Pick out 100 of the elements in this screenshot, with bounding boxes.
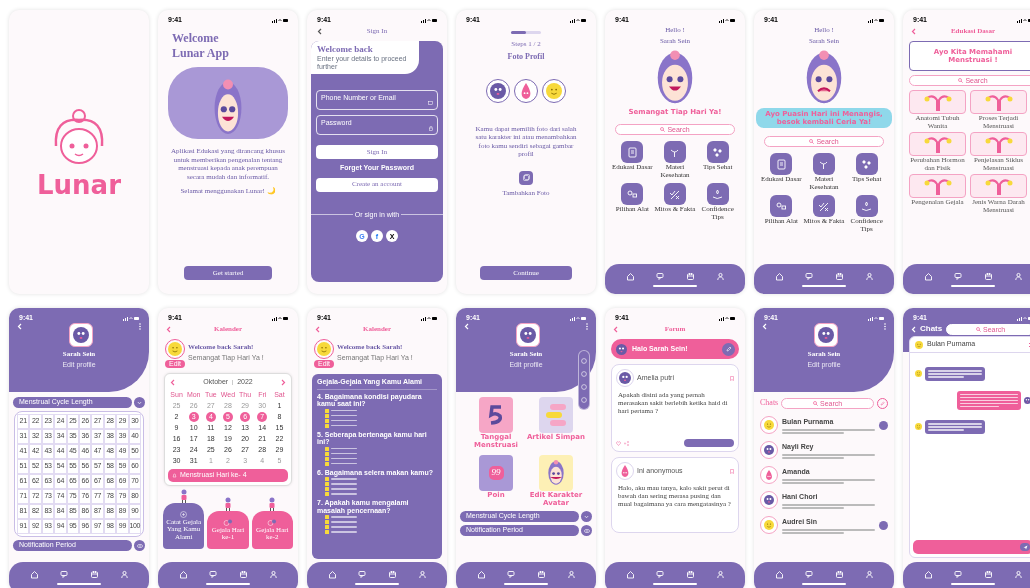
send-button[interactable] bbox=[1020, 543, 1030, 551]
topic-card[interactable] bbox=[909, 90, 966, 114]
back-chevron-icon[interactable] bbox=[315, 326, 320, 333]
checkbox[interactable] bbox=[325, 492, 329, 496]
visibility-toggle[interactable] bbox=[134, 540, 145, 551]
chat-icon[interactable] bbox=[804, 271, 814, 281]
checkbox[interactable] bbox=[325, 423, 329, 428]
signal-wifi-battery-icon bbox=[868, 315, 884, 321]
calendar-number-tile[interactable] bbox=[479, 397, 513, 433]
calendar-icon[interactable] bbox=[536, 569, 546, 579]
chat-icon[interactable] bbox=[655, 271, 665, 281]
signal-wifi-battery-icon bbox=[421, 315, 437, 321]
menu-tile[interactable] bbox=[706, 141, 729, 163]
profile-icon[interactable] bbox=[1013, 569, 1023, 579]
back-chevron-icon[interactable] bbox=[166, 326, 171, 333]
calendar-icon[interactable] bbox=[834, 271, 844, 281]
home-icon[interactable] bbox=[625, 271, 635, 281]
menu-tile[interactable] bbox=[813, 195, 835, 217]
text-line bbox=[331, 526, 357, 528]
profile-icon[interactable] bbox=[268, 569, 278, 579]
saved-articles-tile[interactable] bbox=[539, 397, 573, 433]
calendar-icon[interactable] bbox=[685, 271, 695, 281]
profile-icon[interactable] bbox=[715, 271, 725, 281]
comment-field[interactable] bbox=[684, 439, 734, 447]
checkbox[interactable] bbox=[325, 520, 329, 524]
checkbox[interactable] bbox=[325, 418, 329, 423]
checkbox[interactable] bbox=[325, 461, 329, 466]
calendar-icon[interactable] bbox=[387, 569, 397, 579]
checkbox[interactable] bbox=[325, 515, 329, 519]
chat-icon[interactable] bbox=[59, 569, 69, 579]
chat-icon[interactable] bbox=[953, 271, 963, 281]
previous-month-icon[interactable] bbox=[170, 378, 175, 386]
profile-icon[interactable] bbox=[566, 569, 576, 579]
topic-card[interactable] bbox=[970, 174, 1027, 198]
profile-icon[interactable] bbox=[864, 271, 874, 281]
checkbox[interactable] bbox=[325, 413, 329, 418]
back-chevron-icon[interactable] bbox=[911, 28, 916, 35]
home-icon[interactable] bbox=[476, 569, 486, 579]
topic-card[interactable] bbox=[970, 90, 1027, 114]
topic-card[interactable] bbox=[909, 132, 966, 156]
back-chevron-icon[interactable] bbox=[613, 326, 618, 333]
home-icon[interactable] bbox=[923, 271, 933, 281]
checkbox[interactable] bbox=[325, 477, 329, 481]
checkbox[interactable] bbox=[325, 530, 329, 534]
home-icon[interactable] bbox=[774, 569, 784, 579]
next-month-icon[interactable] bbox=[281, 378, 286, 386]
avatar-tile[interactable] bbox=[539, 455, 573, 491]
home-icon[interactable] bbox=[29, 569, 39, 579]
menu-tile[interactable] bbox=[770, 153, 793, 175]
chat-icon[interactable] bbox=[506, 569, 516, 579]
profile-icon[interactable] bbox=[417, 569, 427, 579]
profile-icon[interactable] bbox=[864, 569, 874, 579]
checkbox[interactable] bbox=[325, 408, 329, 413]
chat-icon[interactable] bbox=[953, 569, 963, 579]
menu-tile[interactable] bbox=[664, 141, 686, 163]
chat-icon[interactable] bbox=[208, 569, 218, 579]
checkbox[interactable] bbox=[325, 456, 329, 461]
checkbox[interactable] bbox=[325, 451, 329, 456]
chat-icon[interactable] bbox=[357, 569, 367, 579]
checkbox[interactable] bbox=[325, 525, 329, 529]
menu-tile[interactable] bbox=[770, 195, 793, 217]
menu-tile[interactable] bbox=[855, 195, 878, 217]
back-chevron-icon[interactable] bbox=[317, 28, 322, 35]
profile-icon[interactable] bbox=[715, 569, 725, 579]
topic-card[interactable] bbox=[909, 174, 966, 198]
menu-tile[interactable] bbox=[664, 183, 686, 205]
edit-post-button[interactable] bbox=[722, 342, 735, 356]
home-icon[interactable] bbox=[178, 569, 188, 579]
dropdown-button[interactable] bbox=[134, 397, 145, 408]
dropdown-button[interactable] bbox=[581, 511, 592, 522]
calendar-icon[interactable] bbox=[983, 271, 993, 281]
chat-icon[interactable] bbox=[655, 569, 665, 579]
menu-tile[interactable] bbox=[706, 183, 729, 205]
calendar-icon[interactable] bbox=[685, 569, 695, 579]
menu-tile[interactable] bbox=[855, 153, 878, 175]
calendar-icon[interactable] bbox=[983, 569, 993, 579]
profile-icon[interactable] bbox=[1013, 271, 1023, 281]
home-icon[interactable] bbox=[774, 271, 784, 281]
checkbox[interactable] bbox=[325, 446, 329, 451]
add-photo-button[interactable] bbox=[519, 170, 533, 185]
visibility-toggle[interactable] bbox=[581, 525, 592, 536]
avatar-option[interactable] bbox=[486, 78, 510, 103]
profile-icon[interactable] bbox=[119, 569, 129, 579]
topic-card[interactable] bbox=[970, 132, 1027, 156]
home-icon[interactable] bbox=[923, 569, 933, 579]
calendar-icon[interactable] bbox=[238, 569, 248, 579]
calendar-icon[interactable] bbox=[834, 569, 844, 579]
home-icon[interactable] bbox=[625, 569, 635, 579]
menu-tile[interactable] bbox=[621, 183, 644, 205]
menu-tile[interactable] bbox=[813, 153, 835, 175]
checkbox[interactable] bbox=[325, 487, 329, 491]
home-icon[interactable] bbox=[327, 569, 337, 579]
checkbox[interactable] bbox=[325, 482, 329, 486]
photo-icon bbox=[522, 174, 530, 181]
avatar-option[interactable] bbox=[542, 78, 566, 103]
message-input-field[interactable] bbox=[913, 540, 1030, 554]
avatar-option[interactable] bbox=[514, 78, 538, 103]
chat-icon[interactable] bbox=[804, 569, 814, 579]
menu-tile[interactable] bbox=[621, 141, 644, 163]
calendar-icon[interactable] bbox=[89, 569, 99, 579]
